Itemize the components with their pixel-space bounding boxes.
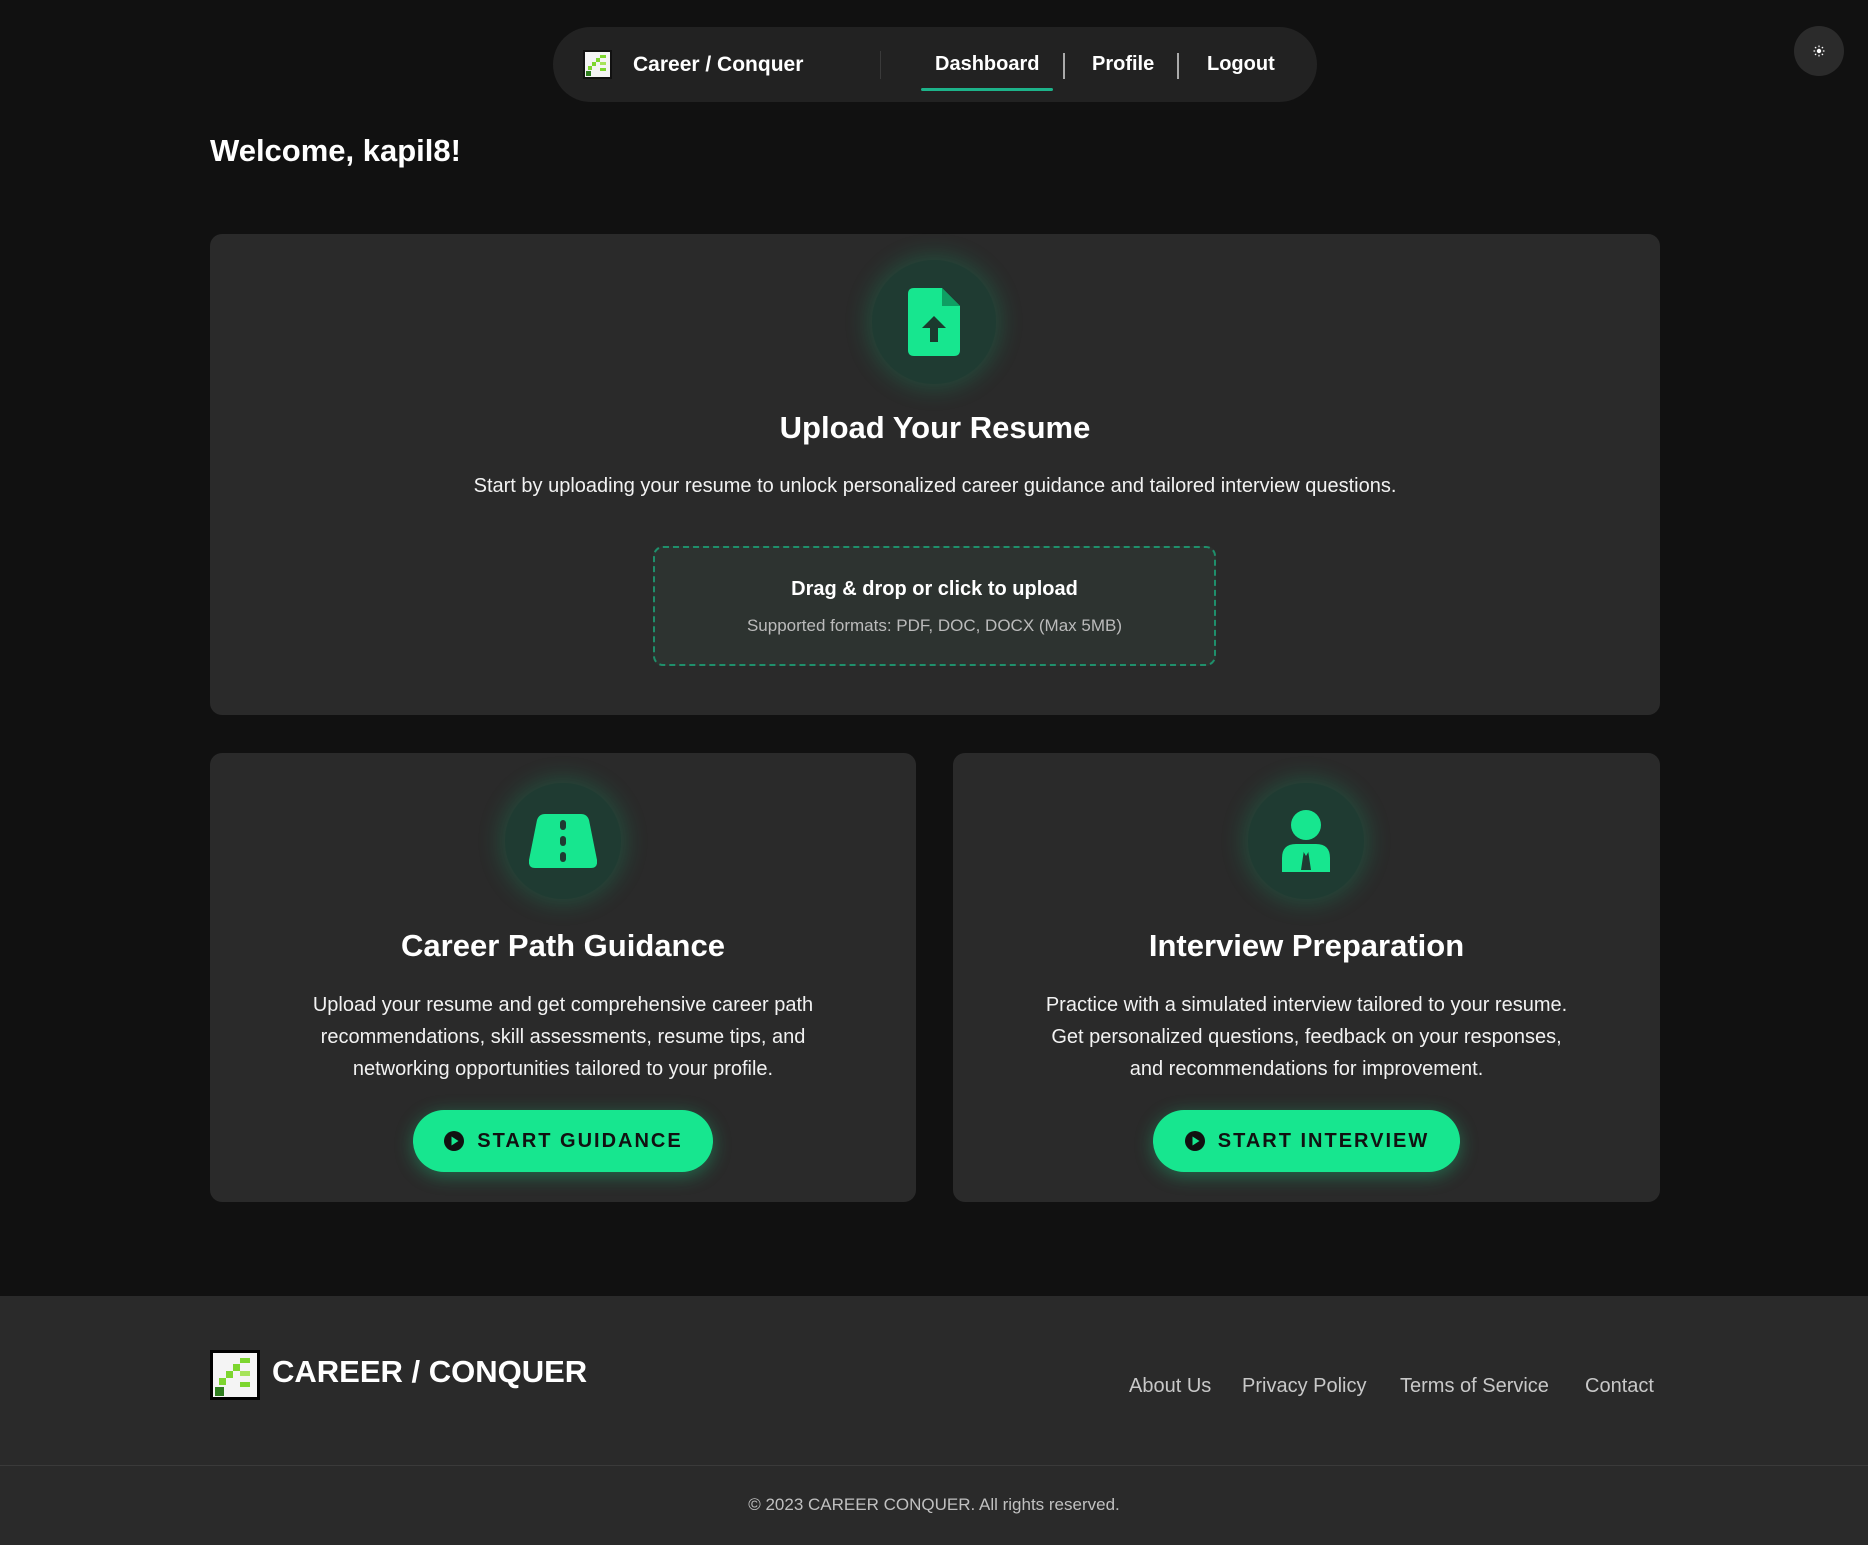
play-circle-icon bbox=[1184, 1131, 1205, 1151]
career-guidance-card: Career Path Guidance Upload your resume … bbox=[210, 753, 916, 1202]
footer-about-link[interactable]: About Us bbox=[1129, 1375, 1211, 1398]
footer-logo-icon[interactable] bbox=[210, 1350, 260, 1400]
top-nav: Career / Conquer Dashboard Profile Logou… bbox=[553, 27, 1317, 102]
interview-icon-circle bbox=[1248, 783, 1364, 899]
interview-title: Interview Preparation bbox=[1148, 928, 1465, 963]
interview-line: Get personalized questions, feedback on … bbox=[1051, 1026, 1562, 1048]
theme-toggle-button[interactable] bbox=[1794, 26, 1844, 76]
guidance-title: Career Path Guidance bbox=[401, 928, 725, 963]
interview-line: Practice with a simulated interview tail… bbox=[1045, 994, 1568, 1016]
footer-contact-link[interactable]: Contact bbox=[1585, 1375, 1654, 1398]
sun-icon bbox=[1813, 45, 1825, 57]
guidance-line: Upload your resume and get comprehensive… bbox=[312, 994, 814, 1016]
start-guidance-button[interactable]: START GUIDANCE bbox=[413, 1110, 713, 1172]
brand-name[interactable]: Career / Conquer bbox=[633, 27, 803, 102]
interview-line: and recommendations for improvement. bbox=[1129, 1058, 1484, 1080]
road-icon bbox=[529, 814, 597, 868]
guidance-description: Upload your resume and get comprehensive… bbox=[210, 989, 916, 1085]
nav-divider bbox=[880, 51, 881, 79]
welcome-heading: Welcome, kapil8! bbox=[210, 133, 461, 168]
nav-separator bbox=[1177, 53, 1179, 79]
nav-dashboard-link[interactable]: Dashboard bbox=[920, 27, 1055, 102]
upload-icon-circle bbox=[872, 260, 996, 384]
footer-terms-link[interactable]: Terms of Service bbox=[1400, 1375, 1549, 1398]
footer-divider bbox=[0, 1465, 1868, 1466]
logo-icon[interactable] bbox=[583, 50, 612, 79]
interview-preparation-card: Interview Preparation Practice with a si… bbox=[953, 753, 1660, 1202]
footer-privacy-link[interactable]: Privacy Policy bbox=[1242, 1375, 1366, 1398]
play-circle-icon bbox=[444, 1131, 465, 1151]
interview-description: Practice with a simulated interview tail… bbox=[953, 989, 1660, 1085]
start-guidance-label: START GUIDANCE bbox=[477, 1129, 683, 1152]
start-interview-button[interactable]: START INTERVIEW bbox=[1153, 1110, 1460, 1172]
copyright-text: © 2023 CAREER CONQUER. All rights reserv… bbox=[748, 1495, 1120, 1514]
dropzone-subtitle: Supported formats: PDF, DOC, DOCX (Max 5… bbox=[746, 616, 1123, 635]
guidance-line: networking opportunities tailored to you… bbox=[352, 1058, 774, 1080]
file-upload-icon bbox=[908, 288, 960, 356]
upload-resume-card: Upload Your Resume Start by uploading yo… bbox=[210, 234, 1660, 715]
dropzone-title: Drag & drop or click to upload bbox=[791, 578, 1078, 600]
footer-brand: CAREER / CONQUER bbox=[272, 1354, 588, 1389]
upload-title: Upload Your Resume bbox=[779, 410, 1091, 445]
start-interview-label: START INTERVIEW bbox=[1217, 1129, 1430, 1152]
upload-description: Start by uploading your resume to unlock… bbox=[473, 475, 1397, 497]
user-tie-icon bbox=[1282, 810, 1330, 872]
guidance-line: recommendations, skill assessments, resu… bbox=[320, 1026, 806, 1048]
footer: CAREER / CONQUER About Us Privacy Policy… bbox=[0, 1296, 1868, 1545]
resume-dropzone[interactable]: Drag & drop or click to upload Supported… bbox=[653, 546, 1216, 666]
guidance-icon-circle bbox=[505, 783, 621, 899]
nav-profile-link[interactable]: Profile bbox=[1092, 27, 1154, 102]
nav-logout-link[interactable]: Logout bbox=[1207, 27, 1275, 102]
nav-separator bbox=[1063, 53, 1065, 79]
